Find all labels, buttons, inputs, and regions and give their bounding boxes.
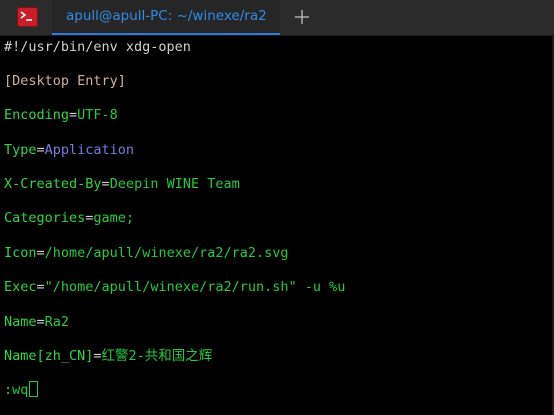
- entry-x-created-by: X-Created-By=Deepin WINE Team: [4, 175, 240, 193]
- entry-value: /home/apull/winexe/ra2/ra2.svg: [44, 245, 289, 261]
- terminal-icon[interactable]: [17, 7, 38, 27]
- tab-active[interactable]: apull@apull-PC: ~/winexe/ra2: [52, 0, 280, 35]
- entry-name-zh-cn: Name[zh_CN]=红警2-共和国之辉: [4, 347, 212, 365]
- entry-value: 红警2-共和国之辉: [101, 348, 213, 364]
- tab-bar: apull@apull-PC: ~/winexe/ra2: [0, 0, 554, 36]
- entry-categories: Categories=game;: [4, 209, 134, 227]
- section-header: [Desktop Entry]: [4, 73, 126, 89]
- entry-key: Type: [4, 142, 37, 158]
- entry-key: Categories: [4, 210, 86, 226]
- entry-eq: =: [69, 107, 78, 123]
- command-text: :wq: [4, 382, 29, 398]
- entry-key: Icon: [4, 245, 37, 261]
- entry-value: Ra2: [44, 314, 70, 330]
- entry-name: Name=Ra2: [4, 313, 69, 331]
- entry-eq: =: [93, 348, 102, 364]
- entry-key: X-Created-By: [4, 176, 102, 192]
- entry-key: Name: [4, 314, 37, 330]
- entry-key: Name[zh_CN]: [4, 348, 94, 364]
- entry-type: Type=Application: [4, 141, 134, 159]
- plus-icon[interactable]: [293, 8, 311, 26]
- entry-value: game;: [93, 210, 135, 226]
- entry-value: "/home/apull/winexe/ra2/run.sh" -u %u: [44, 279, 346, 295]
- command-line[interactable]: :wq: [4, 381, 39, 399]
- text-cursor: [29, 381, 39, 397]
- entry-eq: =: [101, 176, 110, 192]
- entry-value: Application: [44, 142, 135, 158]
- tab-title: apull@apull-PC: ~/winexe/ra2: [66, 8, 267, 24]
- entry-eq: =: [36, 245, 45, 261]
- entry-value: UTF-8: [77, 107, 118, 123]
- entry-eq: =: [36, 279, 45, 295]
- terminal-content[interactable]: #!/usr/bin/env xdg-open [Desktop Entry] …: [4, 36, 550, 404]
- entry-key: Exec: [4, 279, 37, 295]
- entry-encoding: Encoding=UTF-8: [4, 106, 118, 124]
- entry-exec: Exec="/home/apull/winexe/ra2/run.sh" -u …: [4, 278, 345, 296]
- shebang-line: #!/usr/bin/env xdg-open: [4, 39, 191, 55]
- terminal-window: apull@apull-PC: ~/winexe/ra2 #!/usr/bin/…: [0, 0, 554, 415]
- entry-icon: Icon=/home/apull/winexe/ra2/ra2.svg: [4, 244, 289, 262]
- entry-eq: =: [36, 142, 45, 158]
- entry-key: Encoding: [4, 107, 70, 123]
- entry-eq: =: [36, 314, 45, 330]
- entry-value: Deepin WINE Team: [109, 176, 240, 192]
